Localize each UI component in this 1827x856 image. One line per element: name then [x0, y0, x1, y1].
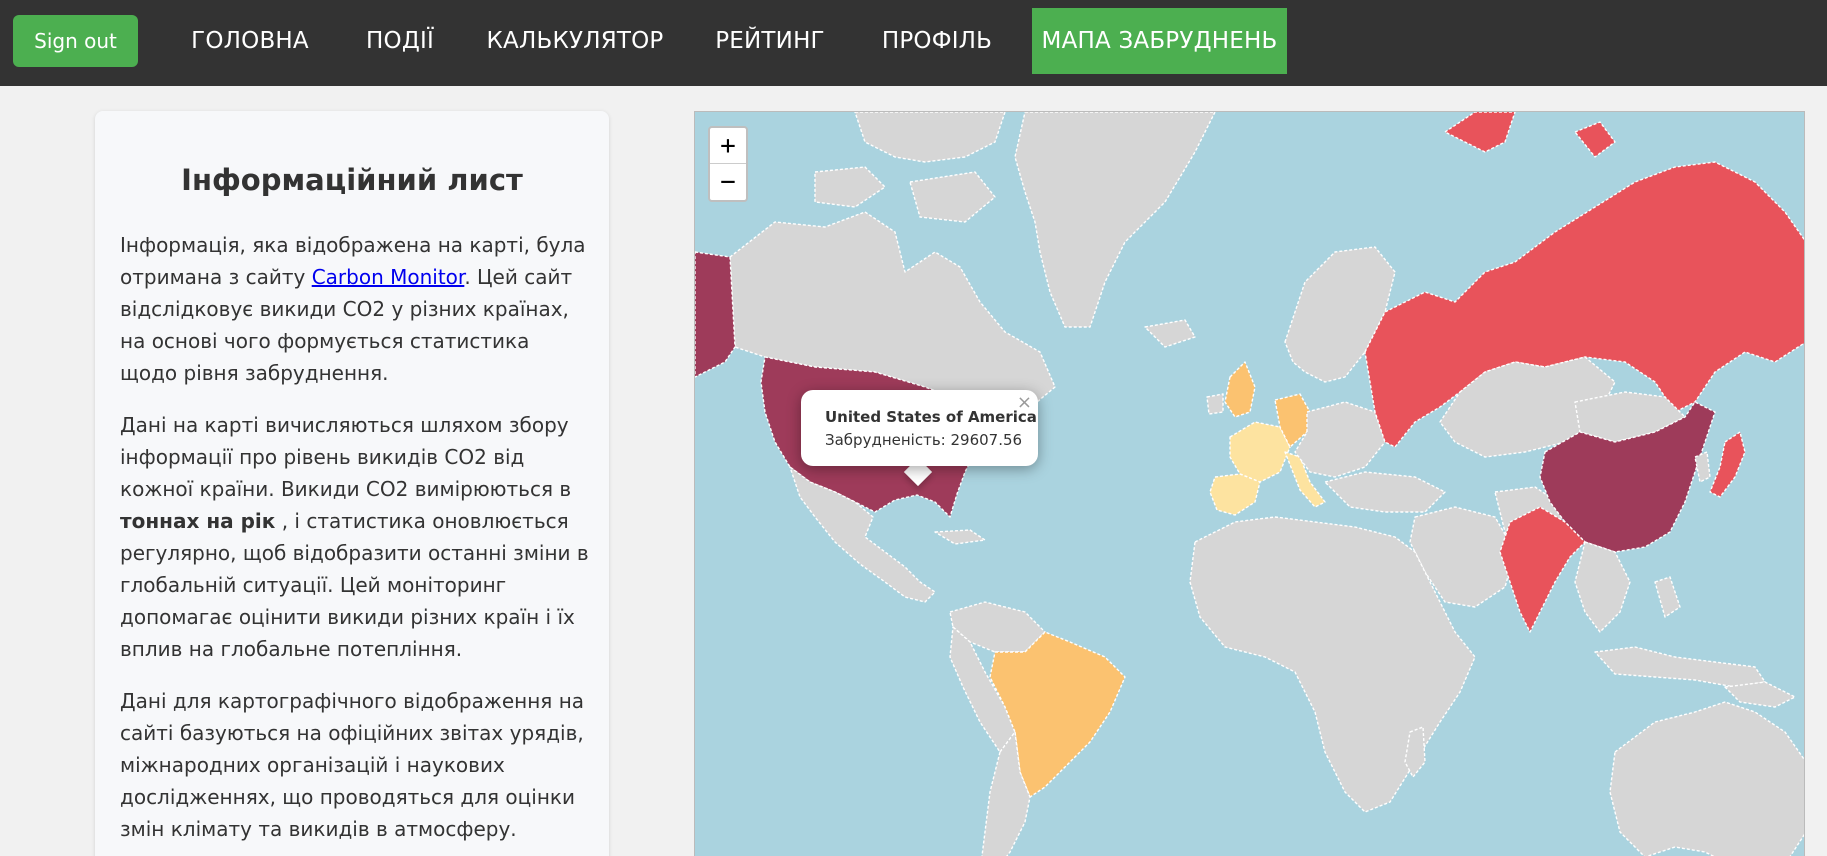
- sign-out-button[interactable]: Sign out: [13, 15, 138, 67]
- country-korea: [1694, 451, 1711, 483]
- nav-item-events[interactable]: ПОДІЇ: [357, 8, 443, 74]
- country-greenland: [1014, 112, 1216, 328]
- top-navigation-bar: Sign out ГОЛОВНА ПОДІЇ КАЛЬКУЛЯТОР РЕЙТИ…: [0, 0, 1827, 86]
- country-southeast-asia: [1574, 541, 1631, 633]
- country-alaska: [695, 251, 736, 378]
- country-popup: × United States of America Забрудненість…: [801, 390, 1038, 466]
- world-map-layer[interactable]: [695, 112, 1805, 856]
- carbon-monitor-link[interactable]: Carbon Monitor: [312, 265, 465, 289]
- info-sheet-panel: Інформаційний лист Інформація, яка відоб…: [95, 111, 609, 856]
- info-paragraph-2: Дані на карті вичисляються шляхом збору …: [120, 409, 590, 665]
- nav-item-home[interactable]: ГОЛОВНА: [180, 8, 320, 74]
- country-ireland: [1206, 393, 1224, 415]
- country-spain: [1209, 473, 1261, 516]
- popup-pollution-value: Забрудненість: 29607.56: [825, 431, 1023, 449]
- info-sheet-body: Інформація, яка відображена на карті, бу…: [120, 229, 590, 856]
- nav-item-rating[interactable]: РЕЙТИНГ: [707, 8, 833, 74]
- country-new-guinea: [1724, 681, 1796, 708]
- country-balkans-turkey: [1324, 471, 1446, 513]
- nav-item-profile[interactable]: ПРОФІЛЬ: [875, 8, 999, 74]
- zoom-control: + −: [708, 126, 748, 202]
- zoom-in-button[interactable]: +: [710, 128, 746, 164]
- country-japan: [1709, 431, 1746, 498]
- nav-item-pollution-map[interactable]: МАПА ЗАБРУДНЕНЬ: [1032, 8, 1287, 74]
- popup-country-name: United States of America: [825, 408, 1037, 426]
- country-indonesia: [1594, 646, 1766, 688]
- info-bold-text: тоннах на рік: [120, 509, 276, 533]
- info-sheet-title: Інформаційний лист: [181, 163, 523, 197]
- country-uk: [1224, 361, 1256, 418]
- zoom-out-button[interactable]: −: [710, 164, 746, 200]
- country-australia: [1609, 701, 1804, 856]
- pollution-map[interactable]: + − × United States of America Забруднен…: [694, 111, 1805, 856]
- info-paragraph-1: Інформація, яка відображена на карті, бу…: [120, 229, 590, 389]
- country-iceland: [1144, 319, 1196, 348]
- country-canada-islands: [854, 112, 1006, 163]
- country-eastern-europe: [1294, 401, 1386, 478]
- info-text: Дані на карті вичисляються шляхом збору …: [120, 413, 572, 501]
- country-france: [1229, 421, 1291, 483]
- info-paragraph-3: Дані для картографічного відображення на…: [120, 689, 585, 841]
- nav-item-calculator[interactable]: КАЛЬКУЛЯТОР: [487, 8, 664, 74]
